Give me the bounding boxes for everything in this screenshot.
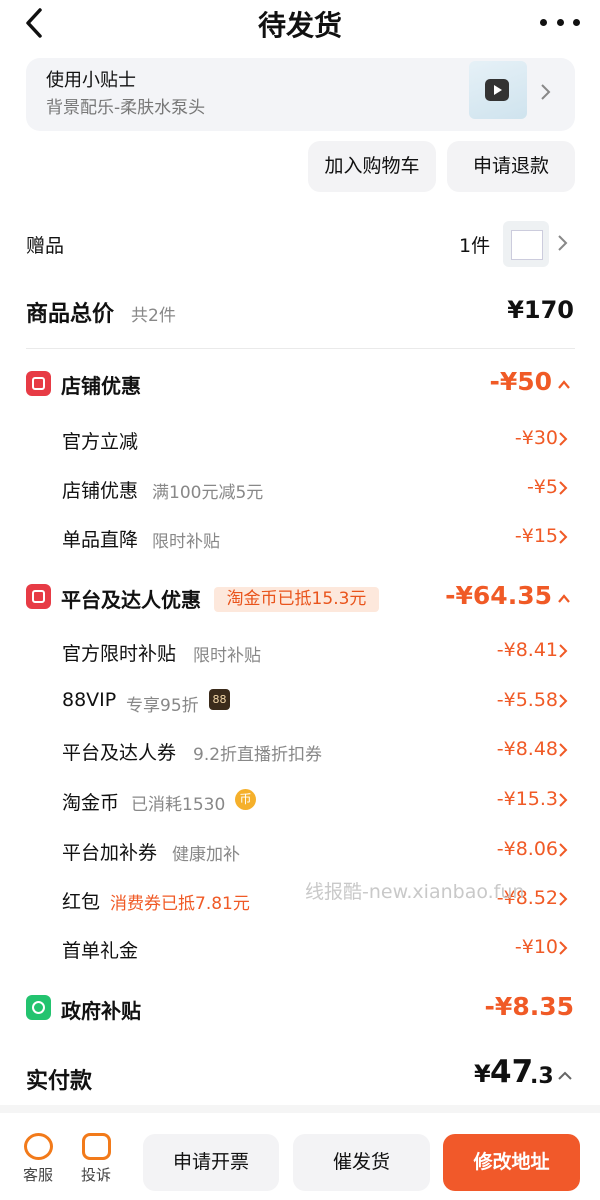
gift-thumbnail [503, 221, 549, 267]
video-thumbnail[interactable] [469, 61, 527, 119]
tip-card[interactable]: 使用小贴士 背景配乐-柔肤水泵头 [26, 58, 575, 131]
row-label: 店铺优惠 [62, 480, 139, 502]
row-note: 消费券已抵7.81元 [110, 894, 250, 914]
row-label: 首单礼金 [62, 940, 139, 962]
row-note: 9.2折直播折扣券 [193, 745, 323, 765]
row-value: -¥30 [514, 427, 558, 449]
customer-service-button[interactable]: 客服 [20, 1133, 56, 1185]
add-to-cart-button[interactable]: 加入购物车 [308, 141, 436, 192]
shop-discount-title: 店铺优惠 [61, 374, 141, 398]
complain-chat-icon [81, 1133, 111, 1160]
total-count: 共2件 [131, 306, 176, 326]
urge-shipping-button[interactable]: 催发货 [293, 1134, 430, 1191]
chevron-right-icon [559, 793, 568, 807]
tip-subtitle: 背景配乐-柔肤水泵头 [46, 98, 206, 118]
chevron-up-icon[interactable] [557, 378, 571, 392]
paid-amount-decimal: .3 [530, 1064, 554, 1089]
row-note: 健康加补 [172, 845, 240, 865]
total-value: ¥170 [507, 296, 574, 324]
play-icon [485, 79, 509, 101]
divider [26, 348, 575, 349]
change-address-button[interactable]: 修改地址 [443, 1134, 580, 1191]
row-note: 已消耗1530 [131, 795, 226, 815]
chevron-right-icon [559, 644, 568, 658]
row-label: 官方立减 [62, 431, 139, 453]
row-note: 满100元减5元 [152, 483, 264, 503]
more-icon[interactable] [540, 12, 580, 32]
refund-button[interactable]: 申请退款 [447, 141, 575, 192]
chevron-right-icon [559, 892, 568, 906]
row-label: 淘金币 [62, 792, 120, 814]
row-label: 红包 [62, 891, 101, 913]
chevron-right-icon [558, 235, 568, 251]
chevron-up-icon[interactable] [557, 1069, 573, 1083]
watermark: 线报酷-new.xianbao.fun [305, 881, 525, 903]
complain-button[interactable]: 投诉 [78, 1133, 114, 1185]
service-label: 客服 [22, 1166, 53, 1184]
row-value: -¥5.58 [496, 689, 558, 711]
invoice-button[interactable]: 申请开票 [143, 1134, 279, 1191]
platform-discount-value: -¥64.35 [445, 581, 552, 610]
row-value: -¥8.06 [496, 838, 558, 860]
row-note: 专享95折 [126, 696, 199, 716]
chevron-right-icon [559, 530, 568, 544]
coin-icon: 币 [235, 789, 256, 810]
chevron-up-icon[interactable] [557, 592, 571, 606]
chevron-right-icon [559, 843, 568, 857]
header: 待发货 [0, 0, 600, 50]
row-label: 88VIP [62, 689, 117, 711]
shop-discount-value: -¥50 [489, 367, 552, 396]
chevron-right-icon [541, 84, 551, 100]
row-value: -¥8.48 [496, 738, 558, 760]
gov-subsidy-title: 政府补贴 [61, 999, 141, 1023]
chevron-right-icon [559, 481, 568, 495]
complain-label: 投诉 [80, 1166, 111, 1184]
paid-label: 实付款 [26, 1069, 93, 1094]
row-label: 平台及达人券 [62, 742, 177, 764]
chevron-right-icon [559, 694, 568, 708]
row-value: -¥15 [514, 525, 558, 547]
total-label: 商品总价 [26, 302, 115, 327]
row-note: 限时补贴 [152, 532, 220, 552]
service-face-icon [23, 1133, 53, 1160]
platform-discount-title: 平台及达人优惠 [61, 588, 201, 612]
row-label: 平台加补券 [62, 842, 158, 864]
row-note: 限时补贴 [193, 646, 261, 666]
coupon-icon [26, 584, 51, 609]
row-label: 官方限时补贴 [62, 643, 177, 665]
taojinbi-badge: 淘金币已抵15.3元 [214, 587, 379, 612]
row-value: -¥5 [526, 476, 558, 498]
paid-amount-integer: 47 [490, 1054, 534, 1090]
chevron-right-icon [559, 743, 568, 757]
chevron-right-icon [559, 432, 568, 446]
paid-currency: ¥ [474, 1060, 491, 1088]
subsidy-icon [26, 995, 51, 1020]
row-label: 单品直降 [62, 529, 139, 551]
gift-label: 赠品 [26, 235, 65, 257]
row-value: -¥15.3 [496, 788, 558, 810]
row-value: -¥10 [514, 936, 558, 958]
page-title: 待发货 [257, 9, 342, 42]
chevron-right-icon [559, 941, 568, 955]
shop-icon [26, 371, 51, 396]
gift-count: 1件 [459, 235, 491, 257]
gov-subsidy-value: -¥8.35 [484, 992, 574, 1021]
row-value: -¥8.41 [496, 639, 558, 661]
tip-title: 使用小贴士 [46, 70, 136, 91]
88vip-badge: 88 [209, 689, 230, 710]
